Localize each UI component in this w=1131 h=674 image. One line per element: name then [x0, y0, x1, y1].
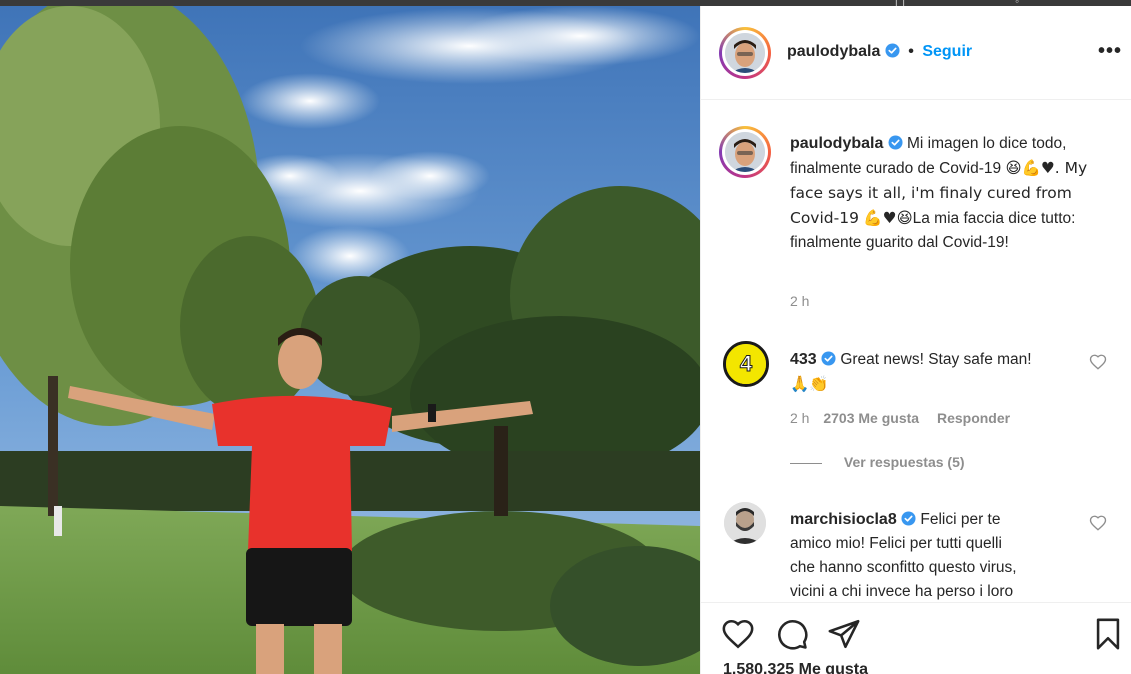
comment-text-line: amico mio! Felici per tutti quelli: [790, 535, 1002, 552]
bookmark-icon[interactable]: [1091, 617, 1125, 651]
post-photo[interactable]: [0, 6, 700, 674]
caption-text-3: 💪♥😆: [863, 209, 913, 227]
comment-time[interactable]: 2 h: [790, 410, 809, 426]
view-replies-button[interactable]: Ver respuestas (5): [790, 454, 965, 470]
comment-text: Great news! Stay safe man!: [840, 351, 1032, 368]
verified-badge-icon: [821, 351, 836, 366]
view-replies-line: [790, 462, 822, 464]
caption-timestamp[interactable]: 2 h: [790, 293, 809, 309]
comment-username[interactable]: 433: [790, 351, 817, 368]
avatar-face-icon: [725, 132, 765, 172]
comment-avatar-marchisio[interactable]: [724, 502, 766, 544]
caption-author-avatar[interactable]: [719, 126, 771, 178]
comment-like-heart-icon[interactable]: [1089, 353, 1107, 371]
view-replies-label: Ver respuestas (5): [843, 454, 965, 470]
comment-body-marchisio: marchisiocla8 Felici per te amico mio! F…: [790, 508, 1090, 600]
post-actions-bar: 1.580.325 Me gusta: [701, 602, 1131, 674]
comment-body-433: 433 Great news! Stay safe man! 🙏👏: [790, 348, 1080, 397]
more-options-icon[interactable]: •••: [1098, 40, 1122, 63]
share-icon[interactable]: [827, 617, 861, 651]
comment-meta-433: 2 h 2703 Me gusta Responder: [790, 410, 1010, 426]
comment-text-line: che hanno sconfitto questo virus,: [790, 559, 1017, 576]
post-photo-illustration: [0, 6, 700, 674]
verified-badge-icon: [901, 511, 916, 526]
post-side-panel: paulodybala • Seguir ••• paulodybala Mi …: [700, 6, 1131, 674]
header-user-row: paulodybala • Seguir: [787, 43, 972, 61]
caption-username[interactable]: paulodybala: [790, 135, 883, 152]
comment-like-heart-icon[interactable]: [1089, 514, 1107, 532]
comment-text-line: Felici per te: [920, 511, 1001, 528]
avatar-face-icon: [724, 502, 766, 544]
author-avatar[interactable]: [719, 27, 771, 79]
comment-icon[interactable]: [775, 617, 809, 651]
post-caption: paulodybala Mi imagen lo dice todo, fina…: [790, 132, 1090, 255]
comment-likes-count[interactable]: 2703 Me gusta: [823, 410, 919, 426]
follow-button[interactable]: Seguir: [922, 43, 972, 60]
verified-badge-icon: [885, 43, 900, 58]
comment-avatar-glyph: 4: [726, 344, 766, 384]
post-header: paulodybala • Seguir •••: [701, 6, 1131, 100]
comment-text-line: vicini a chi invece ha perso i loro: [790, 583, 1014, 600]
comment-avatar-433[interactable]: 4: [723, 341, 769, 387]
post-likes-count[interactable]: 1.580.325 Me gusta: [723, 661, 868, 674]
separator-dot: •: [908, 43, 914, 60]
avatar-face-icon: [725, 33, 765, 73]
comment-username[interactable]: marchisiocla8: [790, 511, 897, 528]
author-username[interactable]: paulodybala: [787, 43, 880, 60]
heart-icon[interactable]: [721, 617, 755, 651]
comment-emoji: 🙏👏: [790, 375, 829, 393]
reply-button[interactable]: Responder: [937, 410, 1010, 426]
verified-badge-icon: [888, 135, 903, 150]
